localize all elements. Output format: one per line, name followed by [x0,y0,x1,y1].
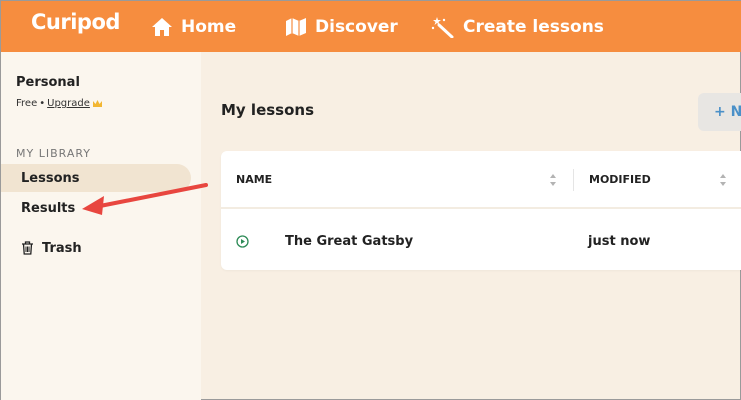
column-divider [573,169,574,191]
annotation-arrow [82,183,208,215]
table-row[interactable]: The Great Gatsby just now [221,211,741,270]
nav-home[interactable]: Home [151,1,236,52]
curipod-logo[interactable]: Curipod [31,10,120,34]
lesson-modified: just now [588,234,651,249]
org-name[interactable]: Personal [16,75,80,90]
trash-icon [22,241,33,255]
nav-discover-label: Discover [315,16,398,37]
upgrade-link[interactable]: Upgrade [47,98,90,109]
sidebar: Personal Free • Upgrade MY LIBRARY Lesso… [1,52,201,400]
column-header-modified[interactable]: MODIFIED [589,173,651,186]
nav-create-lessons-label: Create lessons [463,16,604,37]
plan-label: Free [16,98,38,109]
new-lesson-button[interactable]: + N [698,93,741,131]
sidebar-item-label: Trash [42,240,82,256]
nav-home-label: Home [181,16,237,37]
sort-icon[interactable] [549,173,557,187]
home-icon [152,17,172,36]
plan-separator: • [39,98,46,109]
top-nav-bar: Curipod Home Discover Create lessons [1,1,741,52]
column-header-name[interactable]: NAME [236,173,272,186]
sidebar-item-label: Lessons [21,170,80,186]
table-header: NAME MODIFIED [221,151,741,209]
play-icon[interactable] [236,235,249,248]
magic-wand-icon [431,16,454,38]
plan-row: Free • Upgrade [16,98,103,109]
nav-create-lessons[interactable]: Create lessons [431,1,604,52]
sidebar-item-trash[interactable]: Trash [1,234,191,262]
sort-icon[interactable] [719,173,727,187]
sidebar-item-label: Results [21,200,76,216]
map-icon [286,17,306,36]
nav-discover[interactable]: Discover [285,1,398,52]
lessons-table: NAME MODIFIED The Great Gatsby just now [221,151,741,270]
page-title: My lessons [221,101,315,119]
lesson-name[interactable]: The Great Gatsby [285,234,413,249]
crown-icon [92,100,102,107]
my-library-heading: MY LIBRARY [16,147,92,160]
